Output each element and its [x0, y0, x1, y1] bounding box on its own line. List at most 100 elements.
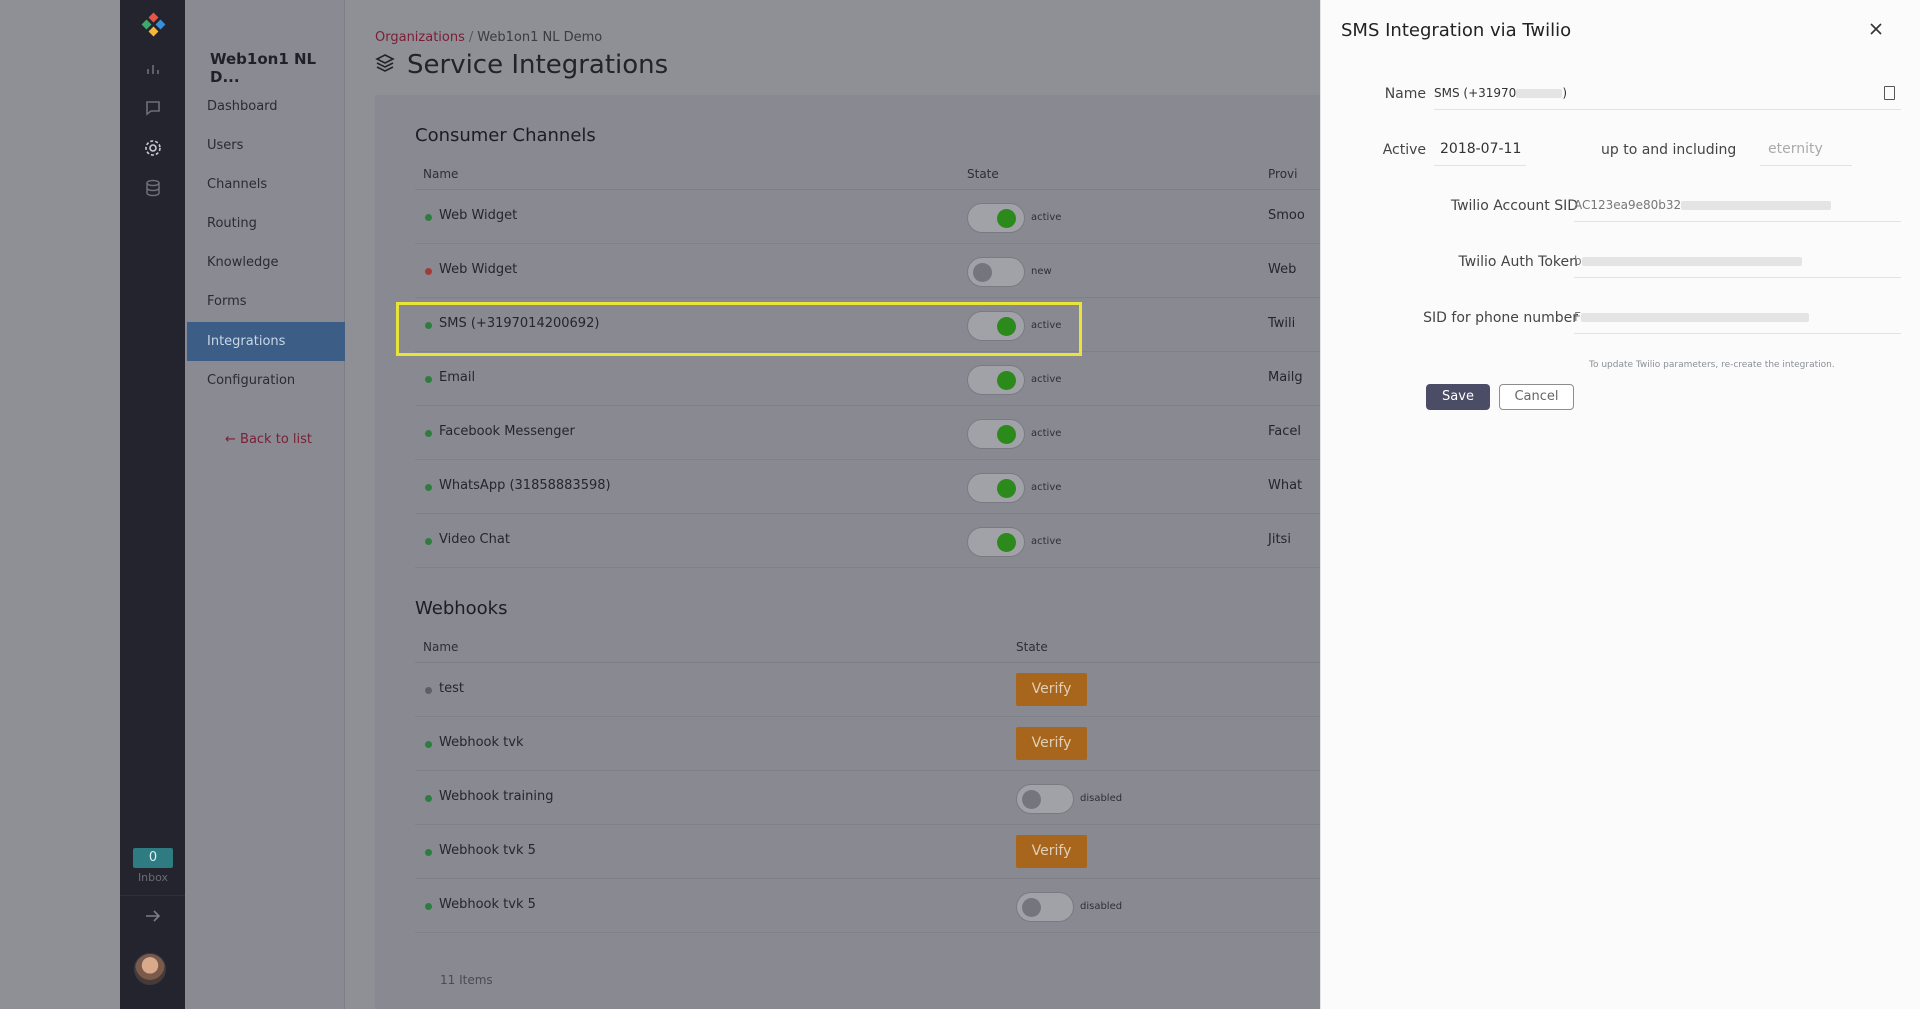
channel-provider: What — [1268, 478, 1303, 493]
webhook-row[interactable]: Webhook tvk 5 disabled — [415, 879, 1320, 933]
nav-item-knowledge[interactable]: Knowledge — [185, 243, 344, 282]
channel-row[interactable]: Facebook Messenger active Facel — [415, 406, 1320, 460]
channel-row[interactable]: Web Widget active Smoo — [415, 190, 1320, 244]
active-label: Active — [1382, 142, 1426, 158]
nav-item-routing[interactable]: Routing — [185, 204, 344, 243]
arrow-right-icon[interactable] — [142, 905, 164, 927]
active-until-input[interactable]: eternity — [1760, 134, 1852, 166]
channel-toggle[interactable] — [967, 527, 1025, 557]
webhook-row[interactable]: test Verify — [415, 663, 1320, 717]
logo-icon[interactable] — [140, 12, 166, 38]
save-button[interactable]: Save — [1426, 384, 1490, 410]
rail-divider — [120, 895, 185, 896]
channel-row[interactable]: Web Widget new Web — [415, 244, 1320, 298]
phone-sid-input[interactable]: F — [1574, 302, 1901, 334]
webhook-name: Webhook tvk — [439, 735, 524, 750]
redacted-text — [1516, 89, 1563, 98]
redacted-text — [1580, 313, 1809, 322]
channel-row[interactable]: WhatsApp (31858883598) active What — [415, 460, 1320, 514]
name-value: SMS (+31970 — [1434, 86, 1517, 100]
webhook-row[interactable]: Webhook tvk Verify — [415, 717, 1320, 771]
channels-table-header: Name State Provi — [415, 158, 1320, 190]
channel-provider: Smoo — [1268, 208, 1305, 223]
inbox-badge[interactable]: 0 Inbox — [133, 848, 173, 884]
gear-icon[interactable] — [142, 137, 164, 159]
status-dot — [425, 430, 432, 437]
channel-row[interactable]: Email active Mailg — [415, 352, 1320, 406]
channel-provider: Facel — [1268, 424, 1302, 439]
col-provider: Provi — [1268, 167, 1298, 181]
nav-item-users[interactable]: Users — [185, 126, 344, 165]
col-state: State — [1016, 640, 1048, 654]
channel-name: Web Widget — [439, 262, 518, 277]
chart-icon[interactable] — [142, 58, 164, 80]
status-dot — [425, 741, 432, 748]
avatar[interactable] — [134, 953, 166, 985]
nav-item-integrations[interactable]: Integrations — [187, 322, 346, 361]
integrations-card: Consumer Channels Name State Provi Web W… — [375, 95, 1320, 1009]
close-icon[interactable] — [1865, 18, 1887, 40]
col-state: State — [967, 167, 999, 181]
redacted-text — [1681, 201, 1832, 210]
webhook-state: disabled — [1080, 793, 1123, 804]
webhooks-table-header: Name State — [415, 631, 1320, 663]
status-dot — [425, 687, 432, 694]
webhook-name: Webhook training — [439, 789, 554, 804]
phone-sid-label: SID for phone number — [1423, 310, 1578, 326]
col-name: Name — [423, 640, 459, 654]
status-dot — [425, 214, 432, 221]
channel-toggle[interactable] — [967, 365, 1025, 395]
section-nav: Web1on1 NL D... Dashboard Users Channels… — [185, 0, 346, 1009]
channel-provider: Twili — [1268, 316, 1296, 331]
nav-item-dashboard[interactable]: Dashboard — [185, 87, 344, 126]
inbox-label: Inbox — [137, 871, 169, 884]
channel-name: Email — [439, 370, 476, 385]
consumer-channels-title: Consumer Channels — [415, 125, 596, 146]
auth-token-value: b — [1574, 254, 1582, 268]
channel-name: Facebook Messenger — [439, 424, 575, 439]
channel-toggle[interactable] — [967, 473, 1025, 503]
status-dot — [425, 376, 432, 383]
channel-toggle[interactable] — [967, 257, 1025, 287]
item-count: 11 Items — [440, 973, 493, 987]
cancel-button[interactable]: Cancel — [1499, 384, 1574, 410]
page-title: Service Integrations — [375, 50, 668, 80]
channel-state: active — [1031, 374, 1062, 385]
account-sid-input[interactable]: AC123ea9e80b32 — [1574, 190, 1901, 222]
col-name: Name — [423, 167, 459, 181]
channel-toggle[interactable] — [967, 419, 1025, 449]
nav-item-forms[interactable]: Forms — [185, 282, 344, 321]
webhook-row[interactable]: Webhook training disabled — [415, 771, 1320, 825]
chat-icon[interactable] — [142, 97, 164, 119]
back-to-list-link[interactable]: ← Back to list — [225, 432, 312, 447]
auth-token-input[interactable]: b — [1574, 246, 1901, 278]
integration-panel: SMS Integration via Twilio Name SMS (+31… — [1320, 0, 1920, 1009]
update-note: To update Twilio parameters, re-create t… — [1589, 360, 1835, 370]
name-input[interactable]: SMS (+31970) — [1434, 78, 1901, 110]
active-from-input[interactable]: 2018-07-11 — [1434, 134, 1526, 166]
verify-button[interactable]: Verify — [1016, 673, 1087, 706]
breadcrumb-organizations[interactable]: Organizations — [375, 30, 465, 45]
webhook-toggle[interactable] — [1016, 784, 1074, 814]
webhooks-title: Webhooks — [415, 598, 508, 619]
contact-card-icon[interactable] — [1884, 86, 1895, 100]
main-content: Organizations / Web1on1 NL Demo Service In… — [345, 0, 1320, 1009]
channel-state: active — [1031, 212, 1062, 223]
phone-sid-value: F — [1574, 310, 1581, 324]
breadcrumb: Organizations / Web1on1 NL Demo — [375, 30, 602, 45]
account-sid-value: AC123ea9e80b32 — [1574, 198, 1682, 212]
verify-button[interactable]: Verify — [1016, 835, 1087, 868]
inbox-count: 0 — [133, 848, 173, 868]
webhook-toggle[interactable] — [1016, 892, 1074, 922]
channel-toggle[interactable] — [967, 203, 1025, 233]
channel-name: Web Widget — [439, 208, 518, 223]
verify-button[interactable]: Verify — [1016, 727, 1087, 760]
nav-item-channels[interactable]: Channels — [185, 165, 344, 204]
nav-item-configuration[interactable]: Configuration — [185, 361, 344, 400]
channel-state: new — [1031, 266, 1052, 277]
database-icon[interactable] — [142, 177, 164, 199]
channel-row[interactable]: Video Chat active Jitsi — [415, 514, 1320, 568]
status-dot — [425, 268, 432, 275]
layers-icon — [375, 50, 395, 80]
webhook-row[interactable]: Webhook tvk 5 Verify — [415, 825, 1320, 879]
